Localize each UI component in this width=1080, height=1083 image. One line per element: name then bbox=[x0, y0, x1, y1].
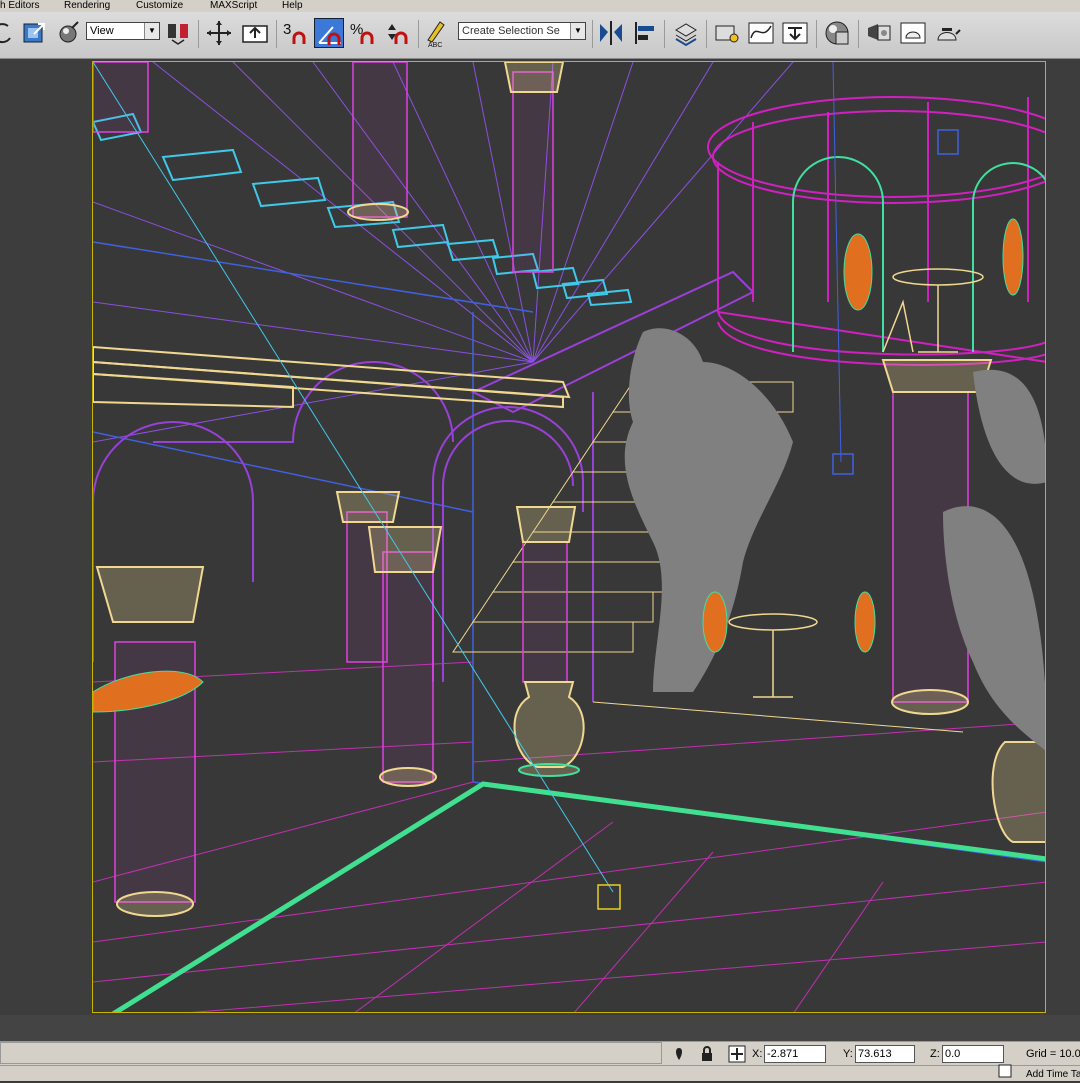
plants bbox=[624, 328, 1045, 751]
z-coordinate-field[interactable]: 0.0 bbox=[942, 1045, 1004, 1063]
status-bar: X: -2.871 Y: 73.613 Z: 0.0 Grid = 10.0 A… bbox=[0, 1015, 1080, 1083]
reference-coord-value: View bbox=[90, 25, 114, 37]
chair bbox=[854, 591, 876, 653]
column bbox=[352, 62, 408, 218]
light-helper bbox=[832, 453, 854, 475]
grid-spacing-readout: Grid = 10.0 bbox=[1026, 1048, 1080, 1060]
menu-rendering[interactable]: Rendering bbox=[64, 0, 110, 11]
column-capital bbox=[503, 62, 565, 93]
named-selection-set-dropdown[interactable]: Create Selection Se ▼ bbox=[458, 22, 586, 40]
light-helper bbox=[937, 129, 959, 155]
floor-border bbox=[111, 781, 1045, 1012]
menu-graph-editors[interactable]: h Editors bbox=[0, 0, 39, 11]
wooden-beam bbox=[93, 345, 571, 409]
keyboard-shortcut-override-icon[interactable] bbox=[240, 18, 270, 48]
status-row-timetag: Add Time Tag bbox=[0, 1064, 1080, 1083]
time-tag-icon[interactable] bbox=[998, 1064, 1012, 1078]
z-coordinate-label: Z: bbox=[930, 1048, 940, 1060]
toolbar-separator bbox=[858, 20, 859, 48]
column bbox=[522, 541, 568, 683]
toolbar-separator bbox=[592, 20, 593, 48]
x-coordinate-label: X: bbox=[752, 1048, 763, 1060]
rendered-frame-window-icon[interactable] bbox=[898, 18, 928, 48]
graphite-tools-icon[interactable] bbox=[712, 18, 742, 48]
y-coordinate-label: Y: bbox=[843, 1048, 853, 1060]
column bbox=[93, 62, 149, 133]
spinner-snap-icon[interactable] bbox=[382, 18, 412, 48]
angle-snap-icon[interactable] bbox=[314, 18, 344, 48]
render-production-icon[interactable] bbox=[932, 18, 962, 48]
chair bbox=[1002, 218, 1024, 296]
align-icon[interactable] bbox=[630, 18, 660, 48]
columns bbox=[93, 62, 969, 903]
x-coordinate-field[interactable]: -2.871 bbox=[764, 1045, 826, 1063]
menu-customize[interactable]: Customize bbox=[136, 0, 183, 11]
column-capital bbox=[95, 566, 205, 623]
column-capital bbox=[335, 491, 401, 523]
column bbox=[382, 551, 434, 783]
absolute-mode-icon[interactable] bbox=[728, 1045, 746, 1063]
column-base bbox=[379, 767, 437, 787]
toolbar-separator bbox=[664, 20, 665, 48]
chair bbox=[843, 233, 873, 311]
use-pivot-center-icon[interactable] bbox=[164, 18, 194, 48]
balcony bbox=[707, 96, 1045, 366]
curve-editor-icon[interactable] bbox=[746, 18, 776, 48]
mirror-icon[interactable] bbox=[596, 18, 626, 48]
snap-toggle-icon[interactable]: 3 bbox=[280, 18, 310, 48]
toolbar-separator bbox=[198, 20, 199, 48]
lock-selection-icon[interactable] bbox=[698, 1045, 716, 1063]
main-toolbar: View ▼ 3 % ABC Create Selection Se ▼ bbox=[0, 12, 1080, 59]
chevron-down-icon: ▼ bbox=[570, 23, 585, 39]
y-coordinate-field[interactable]: 73.613 bbox=[855, 1045, 915, 1063]
toolbar-separator bbox=[706, 20, 707, 48]
perspective-viewport[interactable] bbox=[92, 61, 1046, 1013]
toolbar-separator bbox=[418, 20, 419, 48]
undo-icon[interactable] bbox=[0, 18, 18, 48]
edit-named-selection-icon[interactable]: ABC bbox=[422, 18, 452, 48]
reference-coord-dropdown[interactable]: View ▼ bbox=[86, 22, 160, 40]
status-row-coordinates: X: -2.871 Y: 73.613 Z: 0.0 Grid = 10.0 bbox=[0, 1041, 1080, 1066]
toolbar-separator bbox=[816, 20, 817, 48]
column-capital bbox=[367, 526, 443, 573]
percent-snap-icon[interactable]: % bbox=[348, 18, 378, 48]
chair bbox=[702, 591, 728, 653]
menu-bar: h Editors Rendering Customize MAXScript … bbox=[0, 0, 1080, 12]
select-and-scale-icon[interactable] bbox=[20, 18, 50, 48]
add-time-tag-button[interactable]: Add Time Tag bbox=[1026, 1067, 1080, 1083]
chevron-down-icon: ▼ bbox=[144, 23, 159, 39]
material-editor-icon[interactable] bbox=[822, 18, 852, 48]
snap-dimension-label: 3 bbox=[283, 21, 291, 38]
layer-manager-icon[interactable] bbox=[670, 18, 700, 48]
column-base bbox=[347, 203, 409, 221]
svg-text:ABC: ABC bbox=[428, 42, 442, 48]
column-base bbox=[116, 891, 194, 917]
select-manipulate-icon[interactable] bbox=[54, 18, 84, 48]
menu-help[interactable]: Help bbox=[282, 0, 303, 11]
render-setup-icon[interactable] bbox=[864, 18, 894, 48]
select-and-move-icon[interactable] bbox=[204, 18, 234, 48]
menu-maxscript[interactable]: MAXScript bbox=[210, 0, 257, 11]
camera-target-helper bbox=[597, 884, 621, 910]
prompt-line[interactable] bbox=[0, 1042, 662, 1064]
toolbar-separator bbox=[276, 20, 277, 48]
schematic-view-icon[interactable] bbox=[780, 18, 810, 48]
named-selection-placeholder: Create Selection Se bbox=[462, 25, 560, 37]
column-base bbox=[891, 689, 969, 715]
column bbox=[512, 71, 554, 273]
wireframe-scene bbox=[93, 62, 1045, 1012]
selection-lock-icon[interactable] bbox=[670, 1045, 688, 1063]
column-capital bbox=[515, 506, 577, 543]
